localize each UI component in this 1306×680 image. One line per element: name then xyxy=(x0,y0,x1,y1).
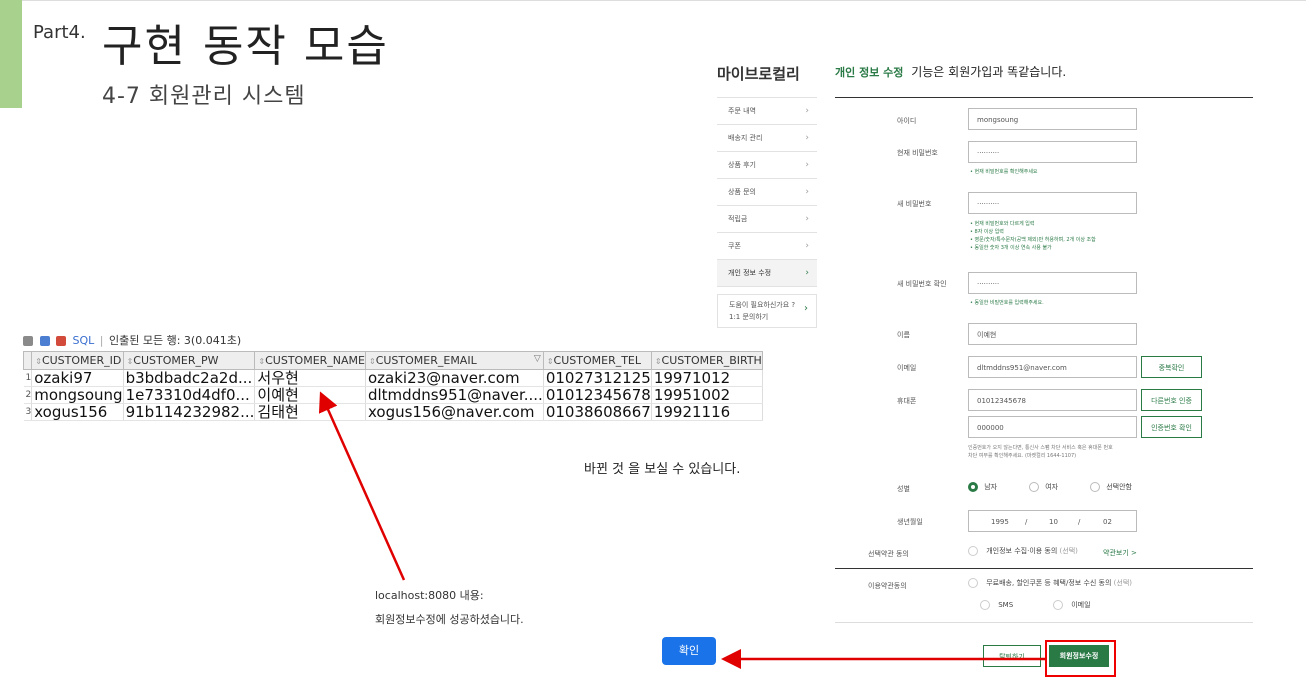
arrow-to-grid xyxy=(318,391,406,581)
annotation-arrows xyxy=(318,391,1045,669)
